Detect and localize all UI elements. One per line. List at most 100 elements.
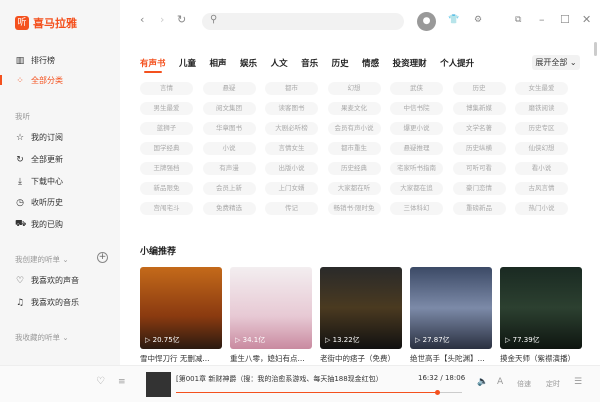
sidebar-item-all-categories[interactable]: ⁘ 全部分类: [15, 75, 63, 86]
skin-icon[interactable]: 👕: [448, 15, 459, 25]
tag-item[interactable]: 古风言情: [515, 182, 568, 195]
tag-item[interactable]: 果麦文化: [327, 102, 381, 115]
timer-button[interactable]: 定时: [546, 379, 560, 389]
tag-item[interactable]: 博集新媒: [452, 102, 506, 115]
album-card[interactable]: ▷ 13.22亿 老街中的痞子（免费）: [320, 267, 402, 364]
tag-item[interactable]: 新品限免: [140, 182, 193, 195]
tag-item[interactable]: 历史纵横: [452, 142, 506, 155]
sidebar-item-subscriptions[interactable]: ☆ 我的订阅: [15, 132, 63, 143]
speed-button[interactable]: 倍速: [517, 379, 531, 389]
tag-item[interactable]: 可听可看: [452, 162, 506, 175]
tag-item[interactable]: 悬疑推理: [390, 142, 443, 155]
sidebar-item-liked-music[interactable]: ♫ 我喜欢的音乐: [15, 297, 79, 308]
tab-humanities[interactable]: 人文: [271, 57, 288, 69]
tag-item[interactable]: 历史: [452, 82, 506, 95]
album-card[interactable]: ▷ 77.39亿 摸金天师（紫襟演播）: [500, 267, 582, 364]
forward-icon[interactable]: ›: [160, 13, 164, 26]
tag-item[interactable]: 王牌强档: [140, 162, 193, 175]
heart-icon[interactable]: ♡: [96, 376, 105, 387]
tag-item[interactable]: 畅销书·限时免: [327, 202, 381, 215]
font-size-icon[interactable]: A: [497, 377, 503, 387]
tag-item[interactable]: 阅文集团: [202, 102, 256, 115]
tag-item[interactable]: 大家都在追: [390, 182, 443, 195]
tag-item[interactable]: 会员上新: [202, 182, 256, 195]
tab-crosstalk[interactable]: 相声: [210, 57, 227, 69]
tag-item[interactable]: 中信书院: [390, 102, 443, 115]
tag-item[interactable]: 看小说: [515, 162, 568, 175]
tag-item[interactable]: 重磅新品: [452, 202, 506, 215]
maximize-icon[interactable]: ☐: [560, 13, 570, 26]
tag-item[interactable]: 磨铁阅读: [515, 102, 568, 115]
tag-item[interactable]: 仙侠幻想: [515, 142, 568, 155]
sidebar-item-downloads[interactable]: ⤓ 下载中心: [15, 176, 63, 187]
album-card[interactable]: ▷ 34.1亿 重生八零，媳妇有点...: [230, 267, 312, 364]
tag-item[interactable]: 豪门恋情: [452, 182, 506, 195]
close-icon[interactable]: ✕: [582, 13, 591, 26]
album-title[interactable]: 老街中的痞子（免费）: [320, 353, 402, 364]
tag-item[interactable]: 悬疑: [202, 82, 256, 95]
album-title[interactable]: 雪中悍刀行 无删减...: [140, 353, 222, 364]
add-playlist-icon[interactable]: +: [97, 252, 108, 263]
section-label-created[interactable]: 我创建的听单 ⌄: [15, 254, 69, 265]
tag-item[interactable]: 蓝狮子: [140, 122, 193, 135]
tag-item[interactable]: 武侠: [390, 82, 443, 95]
tag-item[interactable]: 言情女生: [265, 142, 318, 155]
tag-item[interactable]: 华章图书: [202, 122, 256, 135]
search-input[interactable]: ⚲: [202, 13, 404, 30]
tag-item[interactable]: 读客图书: [265, 102, 318, 115]
sidebar-item-liked-sounds[interactable]: ♡ 我喜欢的声音: [15, 275, 79, 286]
tag-item[interactable]: 小说: [202, 142, 256, 155]
mini-mode-icon[interactable]: ⧉: [515, 15, 521, 25]
minimize-icon[interactable]: –: [539, 13, 545, 26]
tag-item[interactable]: 历史专区: [515, 122, 568, 135]
playlist-icon[interactable]: ≡: [118, 377, 126, 387]
tag-item[interactable]: 大家都在听: [327, 182, 381, 195]
gear-icon[interactable]: ⚙: [474, 15, 482, 25]
sidebar-item-rankings[interactable]: ▥ 排行榜: [15, 55, 55, 66]
section-label-collected[interactable]: 我收藏的听单 ⌄: [15, 332, 69, 343]
tag-item[interactable]: 宫闱宅斗: [140, 202, 193, 215]
expand-all-button[interactable]: 展开全部 ⌄: [532, 55, 580, 70]
album-title[interactable]: 重生八零，媳妇有点...: [230, 353, 312, 364]
tag-item[interactable]: 历史经典: [327, 162, 381, 175]
tag-item[interactable]: 上门女婿: [265, 182, 318, 195]
tag-item[interactable]: 文学名著: [452, 122, 506, 135]
tab-finance[interactable]: 投资理财: [393, 57, 427, 69]
tab-history[interactable]: 历史: [332, 57, 349, 69]
album-card[interactable]: ▷ 20.75亿 雪中悍刀行 无删减...: [140, 267, 222, 364]
tag-item[interactable]: 免费精选: [202, 202, 256, 215]
tag-item[interactable]: 热门小说: [515, 202, 568, 215]
album-title[interactable]: 绝世高手【头陀渊】...: [410, 353, 492, 364]
album-card[interactable]: ▷ 27.87亿 绝世高手【头陀渊】...: [410, 267, 492, 364]
sidebar-item-history[interactable]: ◷ 收听历史: [15, 197, 63, 208]
tab-emotion[interactable]: 情感: [362, 57, 379, 69]
back-icon[interactable]: ‹: [140, 13, 144, 26]
album-title[interactable]: 摸金天师（紫襟演播）: [500, 353, 582, 364]
tag-item[interactable]: 爆更小说: [390, 122, 443, 135]
tag-item[interactable]: 出版小说: [265, 162, 318, 175]
tag-item[interactable]: 国学经典: [140, 142, 193, 155]
tab-entertainment[interactable]: 娱乐: [240, 57, 257, 69]
progress-knob[interactable]: [435, 390, 441, 395]
tag-item[interactable]: 女生最爱: [515, 82, 568, 95]
tag-item[interactable]: 男生最爱: [140, 102, 193, 115]
tab-audiobook[interactable]: 有声书: [140, 57, 166, 73]
tag-item[interactable]: 都市重生: [327, 142, 381, 155]
refresh-icon[interactable]: ↻: [177, 13, 186, 26]
tag-item[interactable]: 会员有声小说: [327, 122, 381, 135]
tag-item[interactable]: 言情: [140, 82, 193, 95]
app-logo[interactable]: 听喜马拉雅: [15, 15, 77, 31]
avatar[interactable]: ●: [417, 12, 436, 31]
tag-item[interactable]: 传记: [265, 202, 318, 215]
sidebar-item-updates[interactable]: ↻ 全部更新: [15, 154, 63, 165]
now-playing-cover[interactable]: [146, 372, 171, 397]
progress-slider[interactable]: [176, 390, 462, 395]
scrollbar[interactable]: [594, 42, 597, 56]
tag-item[interactable]: 幻想: [327, 82, 381, 95]
sidebar-item-purchased[interactable]: ⛟ 我的已购: [15, 219, 63, 230]
tab-children[interactable]: 儿童: [179, 57, 196, 69]
tag-item[interactable]: 都市: [265, 82, 318, 95]
tag-item[interactable]: 三体科幻: [390, 202, 443, 215]
queue-icon[interactable]: ☰: [574, 377, 582, 387]
tag-item[interactable]: 大剧必听榜: [265, 122, 318, 135]
